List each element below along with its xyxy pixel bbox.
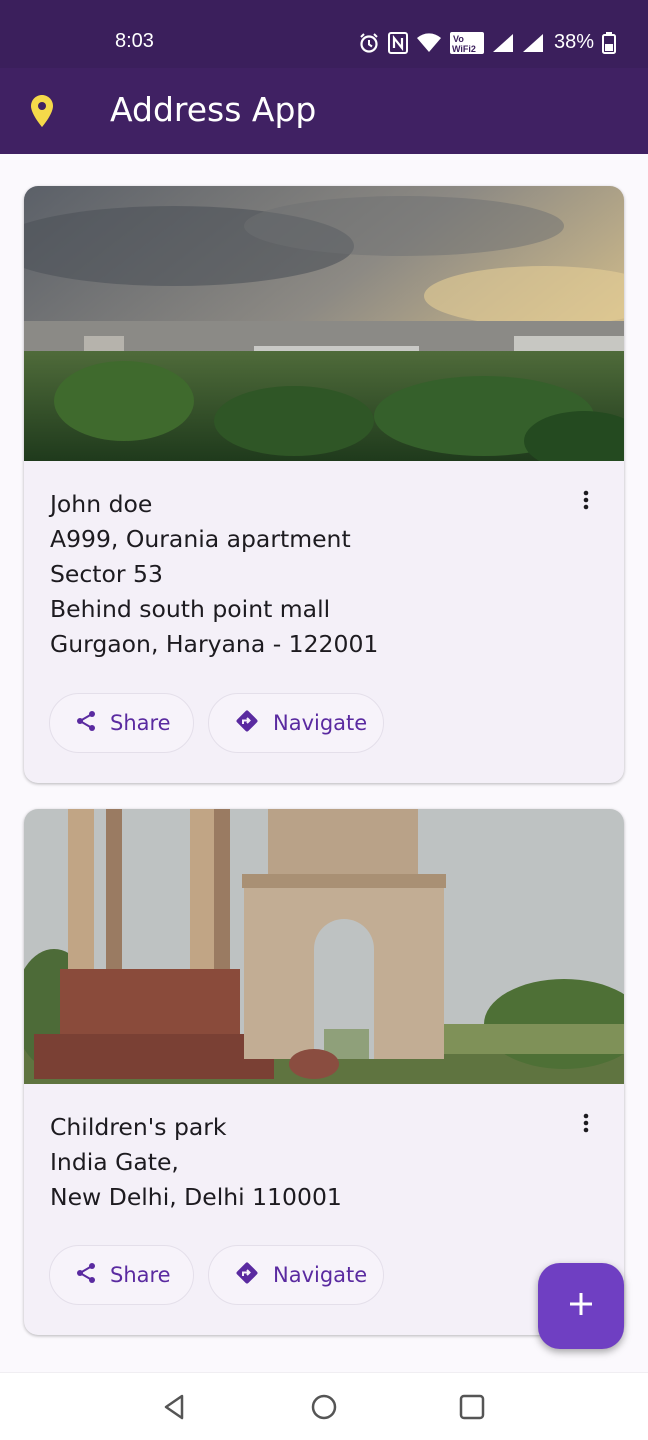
status-time: 8:03: [115, 30, 154, 52]
share-label: Share: [110, 711, 171, 735]
wifi-icon: [416, 32, 442, 53]
app-bar: Address App: [0, 68, 648, 154]
city-skyline-photo: [24, 186, 624, 461]
address-text: Children's park India Gate, New Delhi, D…: [50, 1110, 342, 1215]
card-actions: Share Navigate: [49, 1245, 384, 1305]
svg-text:Vo: Vo: [453, 34, 464, 44]
share-button[interactable]: Share: [49, 693, 194, 753]
address-line: New Delhi, Delhi 110001: [50, 1183, 342, 1211]
directions-icon: [235, 1261, 259, 1290]
navigate-button[interactable]: Navigate: [208, 693, 384, 753]
plus-icon: [568, 1291, 594, 1321]
address-line: Behind south point mall: [50, 595, 331, 623]
address-card: John doe A999, Ourania apartment Sector …: [24, 186, 624, 783]
share-button[interactable]: Share: [49, 1245, 194, 1305]
signal-icon: [492, 33, 514, 53]
card-actions: Share Navigate: [49, 693, 384, 753]
address-line: John doe: [50, 490, 153, 518]
address-text: John doe A999, Ourania apartment Sector …: [50, 487, 378, 662]
back-icon[interactable]: [160, 1393, 188, 1425]
location-pin-icon: [30, 94, 54, 132]
address-line: India Gate,: [50, 1148, 179, 1176]
alarm-icon: [358, 32, 380, 54]
page-title: Address App: [110, 90, 317, 129]
navigate-label: Navigate: [273, 1263, 368, 1287]
battery-level: 38%: [553, 31, 594, 53]
more-options-icon[interactable]: [570, 1107, 602, 1139]
battery-icon: [602, 31, 616, 54]
india-gate-photo: [24, 809, 624, 1084]
address-line: Children's park: [50, 1113, 227, 1141]
vowifi-icon: Vo WiFi2: [449, 31, 484, 54]
svg-text:WiFi2: WiFi2: [452, 44, 476, 54]
address-line: Sector 53: [50, 560, 163, 588]
status-icons: Vo WiFi2 38%: [358, 31, 616, 54]
recents-icon[interactable]: [458, 1393, 486, 1425]
status-bar: 8:03 Vo WiFi2 38%: [0, 0, 648, 68]
home-icon[interactable]: [310, 1393, 338, 1425]
address-card: Children's park India Gate, New Delhi, D…: [24, 809, 624, 1335]
navigate-label: Navigate: [273, 711, 368, 735]
share-icon: [76, 1262, 96, 1289]
navigate-button[interactable]: Navigate: [208, 1245, 384, 1305]
directions-icon: [235, 709, 259, 738]
address-line: Gurgaon, Haryana - 122001: [50, 630, 379, 658]
signal-icon: [522, 33, 544, 53]
address-line: A999, Ourania apartment: [50, 525, 351, 553]
share-icon: [76, 710, 96, 737]
more-options-icon[interactable]: [570, 484, 602, 516]
add-address-button[interactable]: [538, 1263, 624, 1349]
system-nav-bar: [0, 1372, 648, 1440]
share-label: Share: [110, 1263, 171, 1287]
nfc-icon: [387, 31, 408, 54]
